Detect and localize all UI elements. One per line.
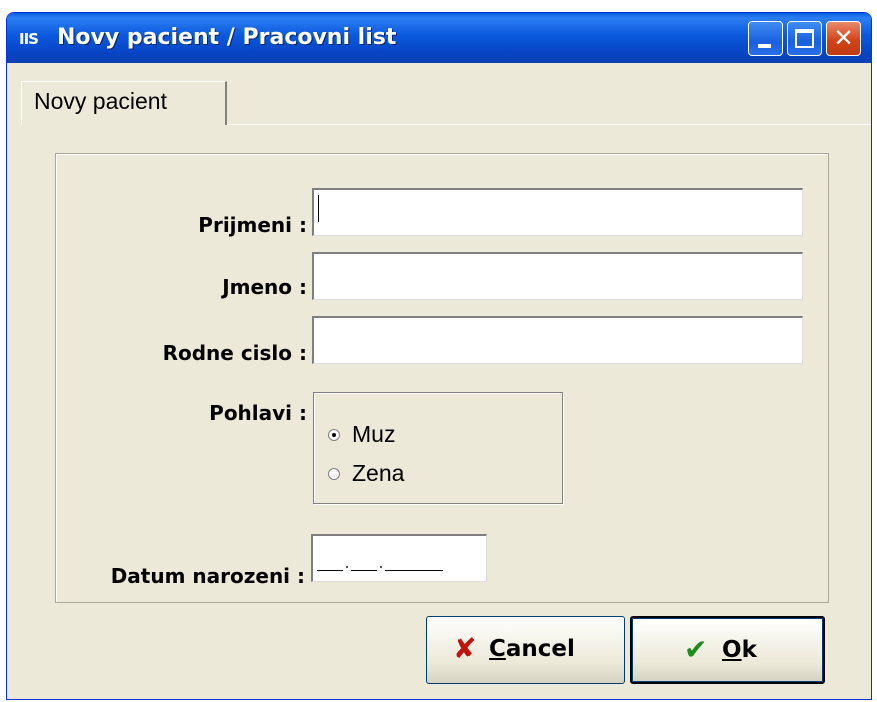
maximize-icon xyxy=(795,29,814,48)
window-title: Novy pacient / Pracovni list xyxy=(57,25,397,50)
birthdate-separator xyxy=(380,566,382,568)
birthnumber-field[interactable] xyxy=(312,316,803,364)
sex-radio-group: Muz Zena xyxy=(313,392,563,504)
cross-icon: ✘ xyxy=(453,632,477,665)
sex-option-muz-label: Muz xyxy=(352,421,396,447)
birthdate-day-mask xyxy=(317,570,343,571)
title-bar[interactable]: IIS Novy pacient / Pracovni list ✕ xyxy=(7,13,871,63)
text-caret xyxy=(318,195,319,222)
birthdate-label: Datum narozeni : xyxy=(110,564,305,588)
sex-option-zena-label: Zena xyxy=(352,460,405,486)
birthdate-year-mask xyxy=(385,570,443,571)
maximize-button[interactable] xyxy=(787,21,822,56)
ok-button-label: Ok xyxy=(722,637,757,663)
app-icon: IIS xyxy=(19,30,39,48)
minimize-button[interactable] xyxy=(748,21,783,56)
ok-button[interactable]: ✔ Ok xyxy=(630,616,825,684)
sex-label: Pohlavi : xyxy=(209,401,307,425)
firstname-field[interactable] xyxy=(312,252,803,300)
birthdate-field[interactable] xyxy=(311,534,487,582)
tab-novy-pacient[interactable]: Novy pacient xyxy=(21,81,227,125)
surname-label: Prijmeni : xyxy=(198,213,307,237)
minimize-icon xyxy=(758,44,771,48)
radio-button-zena[interactable] xyxy=(328,468,340,480)
surname-field[interactable] xyxy=(312,188,803,236)
birthnumber-label: Rodne cislo : xyxy=(162,341,307,365)
close-button[interactable]: ✕ xyxy=(826,21,861,56)
close-icon: ✕ xyxy=(833,24,854,52)
birthdate-month-mask xyxy=(351,570,377,571)
new-patient-dialog: IIS Novy pacient / Pracovni list ✕ Novy … xyxy=(6,12,872,700)
birthdate-separator xyxy=(346,566,348,568)
tab-strip: Novy pacient xyxy=(7,63,871,125)
checkmark-icon: ✔ xyxy=(684,633,708,666)
radio-button-muz[interactable] xyxy=(328,429,340,441)
firstname-label: Jmeno : xyxy=(222,275,307,299)
tab-divider xyxy=(227,124,871,125)
cancel-button-label: Cancel xyxy=(489,636,575,662)
cancel-button[interactable]: ✘ Cancel xyxy=(426,616,625,684)
